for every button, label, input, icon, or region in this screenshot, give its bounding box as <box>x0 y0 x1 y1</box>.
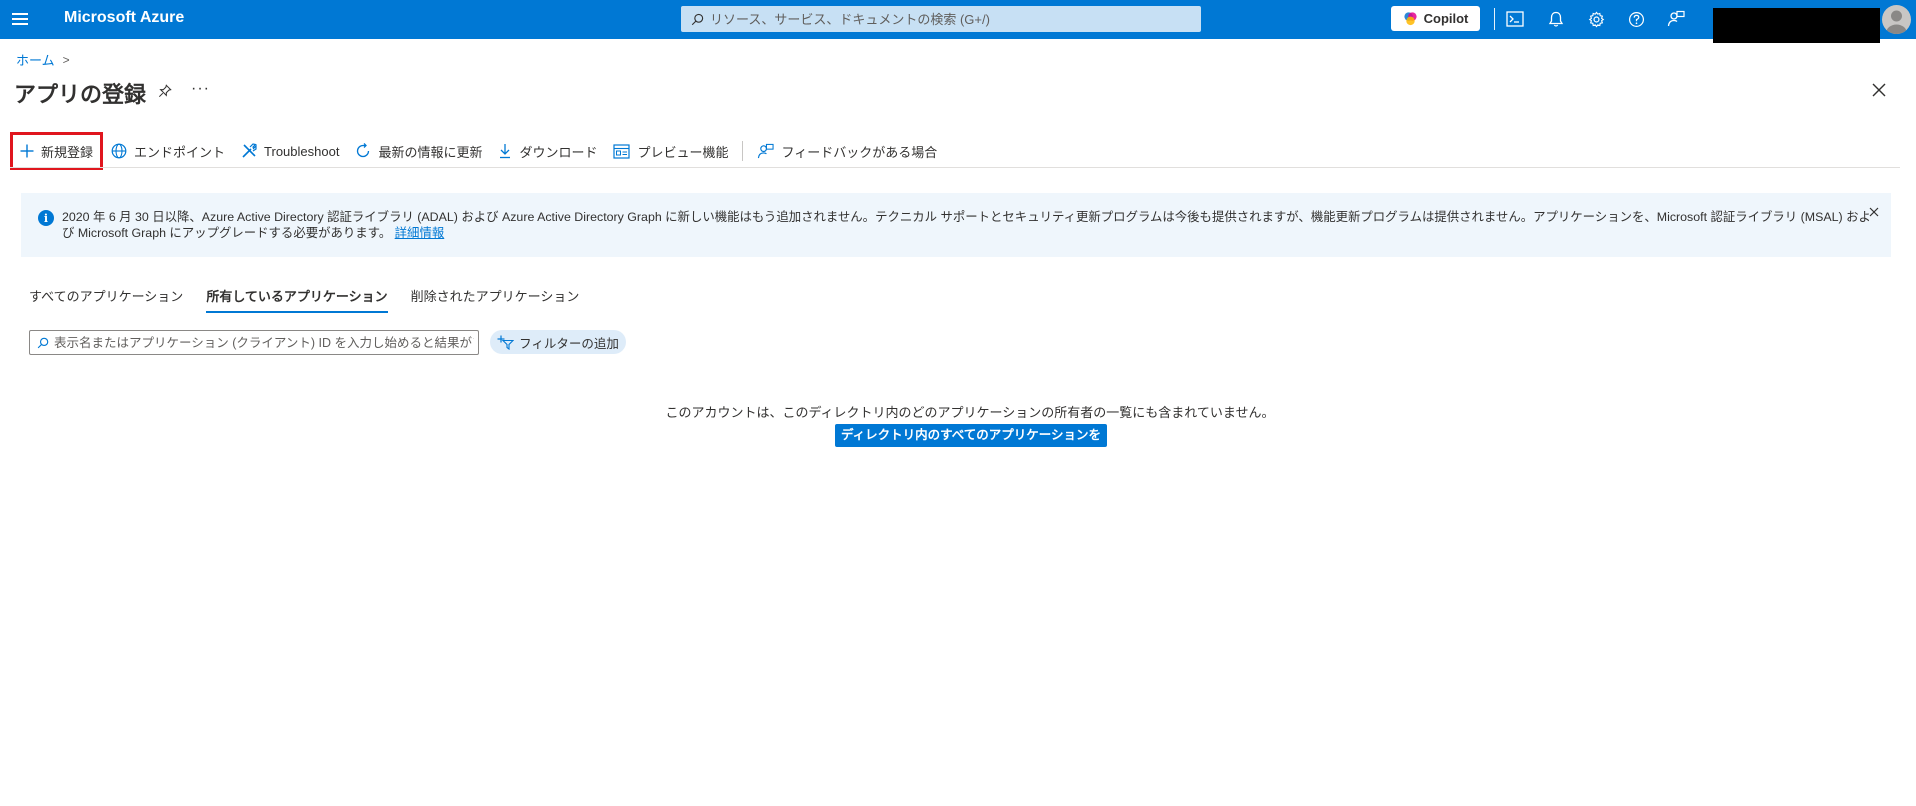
pin-icon[interactable] <box>158 84 172 101</box>
command-bar-divider <box>10 167 1900 168</box>
help-question-icon[interactable] <box>1626 9 1646 29</box>
copilot-button[interactable]: Copilot <box>1391 6 1480 31</box>
info-icon: i <box>38 210 54 226</box>
hamburger-menu-icon[interactable] <box>12 11 28 27</box>
endpoints-button[interactable]: エンドポイント <box>103 132 233 170</box>
empty-state-message: このアカウントは、このディレクトリ内のどのアプリケーションの所有者の一覧にも含ま… <box>665 405 1275 420</box>
breadcrumb: ホーム > <box>16 50 70 69</box>
feedback-person-icon[interactable] <box>1666 9 1686 29</box>
feedback-button[interactable]: フィードバックがある場合 <box>749 132 945 170</box>
avatar[interactable] <box>1882 5 1911 34</box>
troubleshoot-label: Troubleshoot <box>264 143 340 159</box>
show-all-applications-button[interactable]: ディレクトリ内のすべてのアプリケーションを表示 <box>835 424 1107 461</box>
banner-close-icon[interactable] <box>1869 205 1879 220</box>
page-title: アプリの登録 <box>14 82 147 107</box>
account-info-redacted[interactable] <box>1713 8 1880 43</box>
copilot-icon <box>1404 12 1417 26</box>
refresh-label: 最新の情報に更新 <box>378 144 483 160</box>
cloud-shell-icon[interactable] <box>1505 9 1525 29</box>
refresh-button[interactable]: 最新の情報に更新 <box>347 132 490 170</box>
command-bar: 新規登録 エンドポイント Troubleshoot 最新の情報に更新 ダウンロー… <box>10 132 945 170</box>
application-search[interactable] <box>29 330 479 355</box>
search-icon <box>691 13 704 25</box>
preview-features-button[interactable]: プレビュー機能 <box>605 132 736 170</box>
notifications-bell-icon[interactable] <box>1546 9 1566 29</box>
add-filter-label: フィルターの追加 <box>519 336 619 351</box>
copilot-label: Copilot <box>1423 11 1469 26</box>
more-options-icon[interactable]: ··· <box>191 80 210 98</box>
application-search-input[interactable] <box>54 335 474 350</box>
breadcrumb-home-link[interactable]: ホーム <box>16 50 55 69</box>
info-banner: i 2020 年 6 月 30 日以降、Azure Active Directo… <box>21 193 1891 257</box>
banner-message: 2020 年 6 月 30 日以降、Azure Active Directory… <box>62 210 1871 240</box>
close-icon[interactable] <box>1872 83 1886 100</box>
tab-all-applications[interactable]: すべてのアプリケーション <box>29 286 183 313</box>
feedback-label: フィードバックがある場合 <box>781 144 938 160</box>
refresh-icon <box>357 143 370 158</box>
endpoints-label: エンドポイント <box>134 144 226 160</box>
global-search[interactable] <box>681 6 1201 32</box>
download-label: ダウンロード <box>519 144 598 160</box>
command-divider <box>742 141 744 161</box>
add-filter-button[interactable]: フィルターの追加 <box>490 330 626 354</box>
download-button[interactable]: ダウンロード <box>490 132 605 170</box>
add-filter-icon <box>497 335 515 350</box>
new-registration-label: 新規登録 <box>41 144 94 160</box>
breadcrumb-separator: > <box>62 52 70 67</box>
tab-owned-applications[interactable]: 所有しているアプリケーション <box>206 286 388 313</box>
banner-learn-more-link[interactable]: 詳細情報 <box>395 226 445 240</box>
search-icon <box>37 337 49 348</box>
top-bar-divider <box>1494 8 1495 30</box>
globe-icon <box>111 143 127 159</box>
banner-text-block: 2020 年 6 月 30 日以降、Azure Active Directory… <box>62 209 1872 241</box>
tab-list: すべてのアプリケーション 所有しているアプリケーション 削除されたアプリケーショ… <box>29 286 579 313</box>
new-registration-button[interactable]: 新規登録 <box>10 132 104 170</box>
preview-features-label: プレビュー機能 <box>637 144 729 160</box>
download-icon <box>500 144 511 159</box>
brand-title[interactable]: Microsoft Azure <box>64 9 184 27</box>
tab-deleted-applications[interactable]: 削除されたアプリケーション <box>411 286 580 313</box>
global-search-input[interactable] <box>710 11 1190 27</box>
top-bar: Microsoft Azure Copilot <box>0 0 1916 43</box>
troubleshoot-button[interactable]: Troubleshoot <box>233 132 347 170</box>
wrench-icon <box>242 143 257 158</box>
plus-icon <box>20 144 34 158</box>
settings-gear-icon[interactable] <box>1586 9 1606 29</box>
preview-icon <box>613 143 631 159</box>
feedback-person-icon <box>758 143 775 158</box>
